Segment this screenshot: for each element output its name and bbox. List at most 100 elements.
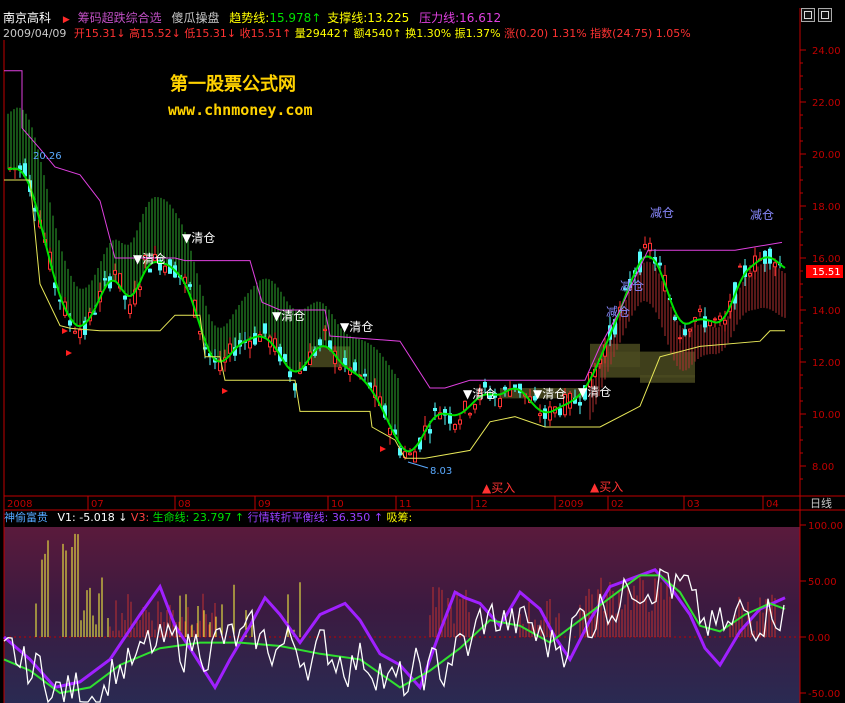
yaxis-label: 12.00 [812,358,841,369]
candle-up [113,270,117,275]
yaxis-label: 10.00 [812,410,841,421]
indicator-name[interactable]: 神偷富贵 [4,510,48,524]
candle-up [468,413,472,416]
watermark-title: 第一股票公式网 [170,73,296,95]
candle-down [123,295,127,300]
ind-yaxis-label: 50.00 [808,577,837,588]
candle-up [748,273,752,277]
reduce-signal: 减仓 [606,305,630,319]
time-label: 10 [331,499,344,510]
absorb-label: 吸筹: [387,510,413,524]
candle-down [683,329,687,336]
candle-up [498,397,502,408]
reduce-signal: 减仓 [620,279,644,293]
buy-arrow-icon [66,350,72,356]
pressure-line [4,70,783,389]
sell-signal: ▼清仓 [133,252,166,266]
candle-up [323,328,327,332]
candle-down [353,362,357,371]
period-label[interactable]: 日线 [810,496,832,510]
ind-yaxis-label: 100.00 [808,521,843,532]
candle-down [658,262,662,266]
candle-up [643,243,647,249]
candle-down [558,408,562,416]
candle-up [248,340,252,349]
candle-down [503,386,507,390]
candle-up [413,451,417,463]
candle-down [428,429,432,434]
time-label: 12 [475,499,488,510]
v1-value: -5.018 [79,511,114,524]
candle-down [543,408,547,419]
candle-down [578,402,582,406]
candle-up [713,318,717,321]
buy-signal: ▲买入 [590,480,623,494]
ind-yaxis-label: 0.00 [808,633,830,644]
time-label: 09 [258,499,271,510]
life-label: 生命线: [153,510,190,524]
time-label: 02 [611,499,624,510]
candle-up [718,315,722,320]
candle-up [538,413,542,417]
buy-arrow-icon [380,446,386,452]
candle-up [408,452,412,456]
yaxis-label: 14.00 [812,306,841,317]
up-arrow-icon: ↑ [374,511,383,524]
time-label: 08 [178,499,191,510]
yaxis-label: 18.00 [812,202,841,213]
down-arrow-icon: ↓ [118,511,127,524]
candle-down [263,323,267,334]
low-marker-label: 8.03 [430,466,452,477]
cost-band [640,375,695,383]
candle-up [228,343,232,354]
candle-up [548,406,552,421]
candle-down [103,278,107,281]
watermark-url: www.chnmoney.com [168,101,313,119]
candle-up [163,265,167,273]
v1-label: V1: [58,511,76,524]
sell-signal: ▼清仓 [182,231,215,245]
ind-yaxis-label: -50.00 [808,689,840,700]
candle-up [648,242,652,252]
balance-label: 行情转折平衡线: [248,510,329,524]
indicator-header: 神偷富贵 V1: -5.018 ↓ V3: 生命线: 23.797 ↑ 行情转折… [4,510,412,524]
candle-down [148,268,152,273]
candle-down [703,316,707,328]
candle-up [723,319,727,325]
candle-down [288,371,292,378]
candle-up [128,304,132,315]
price-tag-value: 15.51 [812,267,841,278]
yaxis-label: 22.00 [812,98,841,109]
candle-down [363,373,367,377]
candle-down [673,316,677,321]
candle-down [318,339,322,346]
high-marker-label: 20.26 [33,151,62,162]
candle-up [138,286,142,291]
candle-down [253,333,257,345]
yaxis-label: 16.00 [812,254,841,265]
candle-up [698,308,702,313]
time-label: 04 [766,499,779,510]
candle-down [93,312,97,315]
v3-label: V3: [131,511,149,524]
buy-arrow-icon [222,388,228,394]
candle-up [688,328,692,332]
life-value: 23.797 [193,511,232,524]
time-label: 2008 [7,499,32,510]
candle-down [768,248,772,264]
candle-up [78,329,82,339]
yaxis-label: 20.00 [812,150,841,161]
sell-signal: ▼清仓 [533,387,566,401]
candle-up [738,265,742,268]
candle-up [453,423,457,430]
sell-signal: ▼清仓 [340,320,373,334]
sell-signal: ▼清仓 [578,385,611,399]
time-label: 03 [687,499,700,510]
buy-arrow-icon [62,328,68,334]
main-price-chart[interactable]: 24.00 22.00 20.00 18.00 16.00 14.00 12.00 10.00… [0,0,845,703]
buy-signal: ▲买入 [482,481,515,495]
reduce-signal: 减仓 [650,206,674,220]
balance-value: 36.350 [332,511,371,524]
low-marker-line [407,461,429,469]
yaxis-label: 8.00 [812,462,834,473]
